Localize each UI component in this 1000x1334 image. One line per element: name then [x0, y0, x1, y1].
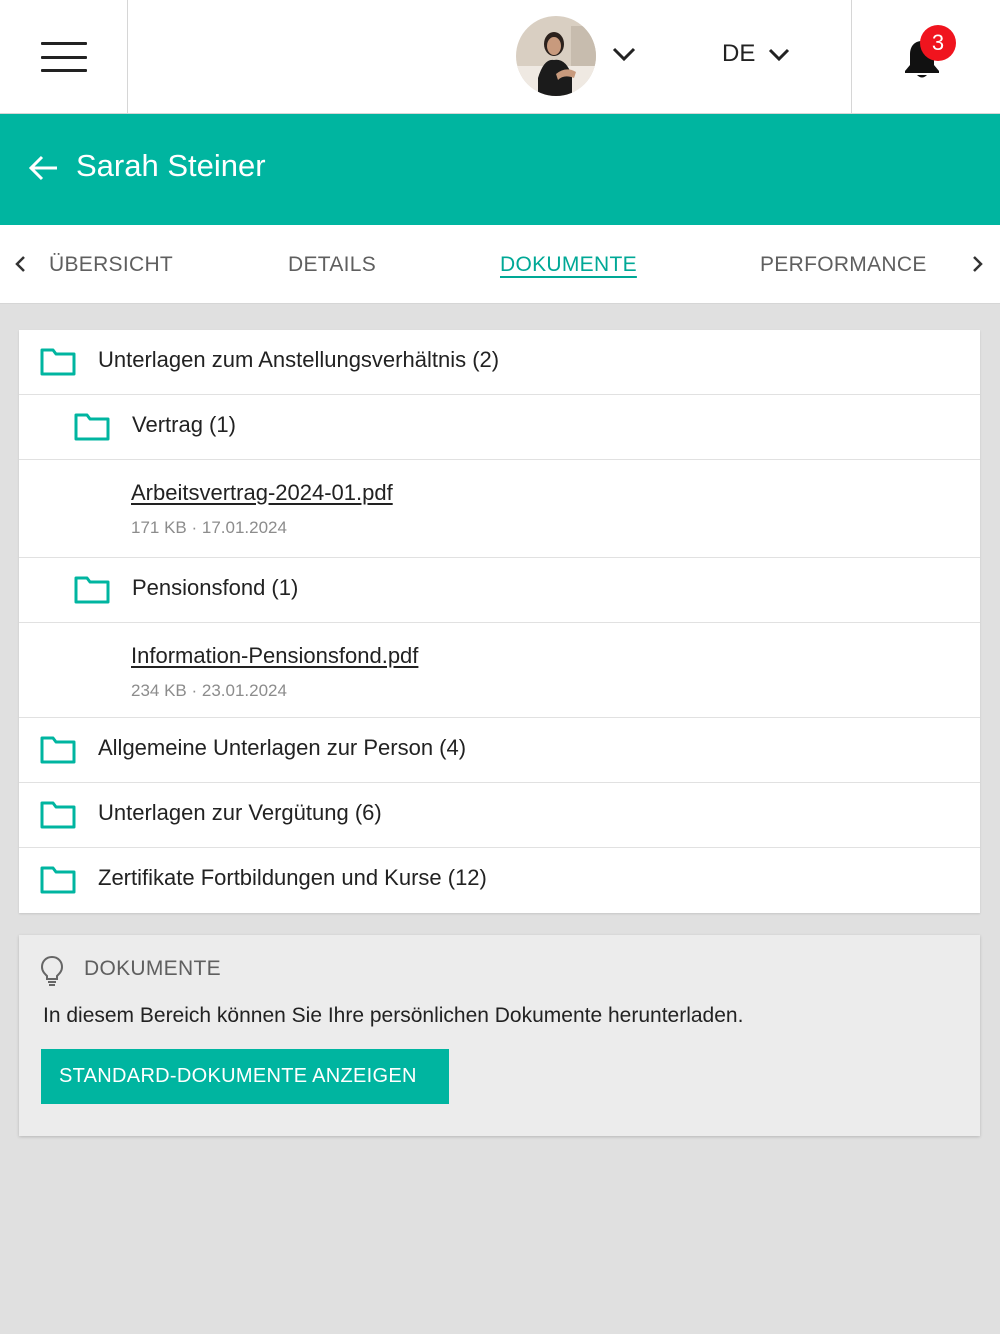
chevron-down-icon: [769, 48, 790, 62]
language-label: DE: [722, 40, 756, 67]
tab-bar: ÜBERSICHT DETAILS DOKUMENTE PERFORMANCE: [0, 225, 1000, 304]
info-text: In diesem Bereich können Sie Ihre persön…: [43, 1004, 744, 1027]
folder-label: Zertifikate Fortbildungen und Kurse (12): [98, 865, 487, 890]
chevron-down-icon[interactable]: [608, 40, 640, 68]
folder-row[interactable]: Allgemeine Unterlagen zur Person (4): [19, 718, 980, 783]
tab-dokumente[interactable]: DOKUMENTE: [500, 253, 637, 277]
file-meta: 234 KB · 23.01.2024: [131, 681, 287, 700]
folder-icon: [40, 736, 76, 764]
file-link[interactable]: Information-Pensionsfond.pdf: [131, 643, 418, 669]
info-box: DOKUMENTE In diesem Bereich können Sie I…: [19, 935, 980, 1136]
top-bar: DE 3: [0, 0, 1000, 114]
subfolder-row[interactable]: Vertrag (1): [19, 395, 980, 460]
menu-button[interactable]: [0, 0, 128, 114]
folder-row[interactable]: Unterlagen zur Vergütung (6): [19, 783, 980, 848]
folder-icon: [74, 576, 110, 604]
chevron-left-icon[interactable]: [8, 251, 34, 277]
folder-label: Unterlagen zum Anstellungsverhältnis (2): [98, 347, 500, 372]
notifications-button[interactable]: 3: [851, 0, 1000, 114]
page-header: Sarah Steiner: [0, 114, 1000, 225]
subfolder-row[interactable]: Pensionsfond (1): [19, 558, 980, 623]
folder-row[interactable]: Unterlagen zum Anstellungsverhältnis (2): [19, 330, 980, 395]
file-row: Information-Pensionsfond.pdf 234 KB · 23…: [19, 623, 980, 718]
folder-label: Allgemeine Unterlagen zur Person (4): [98, 735, 467, 760]
folder-row[interactable]: Zertifikate Fortbildungen und Kurse (12): [19, 848, 980, 913]
tab-uebersicht[interactable]: ÜBERSICHT: [49, 253, 173, 277]
chevron-right-icon[interactable]: [964, 251, 990, 277]
tab-performance[interactable]: PERFORMANCE: [760, 253, 927, 277]
folder-label: Pensionsfond (1): [132, 575, 299, 600]
notification-badge: 3: [920, 25, 956, 61]
back-arrow-icon[interactable]: [26, 150, 62, 186]
show-standard-documents-button[interactable]: STANDARD-DOKUMENTE ANZEIGEN: [41, 1049, 449, 1104]
folder-icon: [40, 866, 76, 894]
page-title: Sarah Steiner: [76, 148, 266, 183]
folder-label: Unterlagen zur Vergütung (6): [98, 800, 382, 825]
info-title: DOKUMENTE: [84, 957, 221, 980]
avatar[interactable]: [516, 16, 596, 96]
file-meta: 171 KB · 17.01.2024: [131, 518, 287, 537]
folder-label: Vertrag (1): [132, 412, 236, 437]
hamburger-icon: [40, 42, 87, 72]
language-selector[interactable]: DE: [722, 34, 791, 74]
folder-icon: [74, 413, 110, 441]
folder-icon: [40, 801, 76, 829]
file-row: Arbeitsvertrag-2024-01.pdf 171 KB · 17.0…: [19, 460, 980, 558]
documents-tree: Unterlagen zum Anstellungsverhältnis (2)…: [19, 330, 980, 913]
lightbulb-icon: [40, 955, 64, 986]
tab-details[interactable]: DETAILS: [288, 253, 376, 277]
folder-icon: [40, 348, 76, 376]
file-link[interactable]: Arbeitsvertrag-2024-01.pdf: [131, 480, 393, 506]
